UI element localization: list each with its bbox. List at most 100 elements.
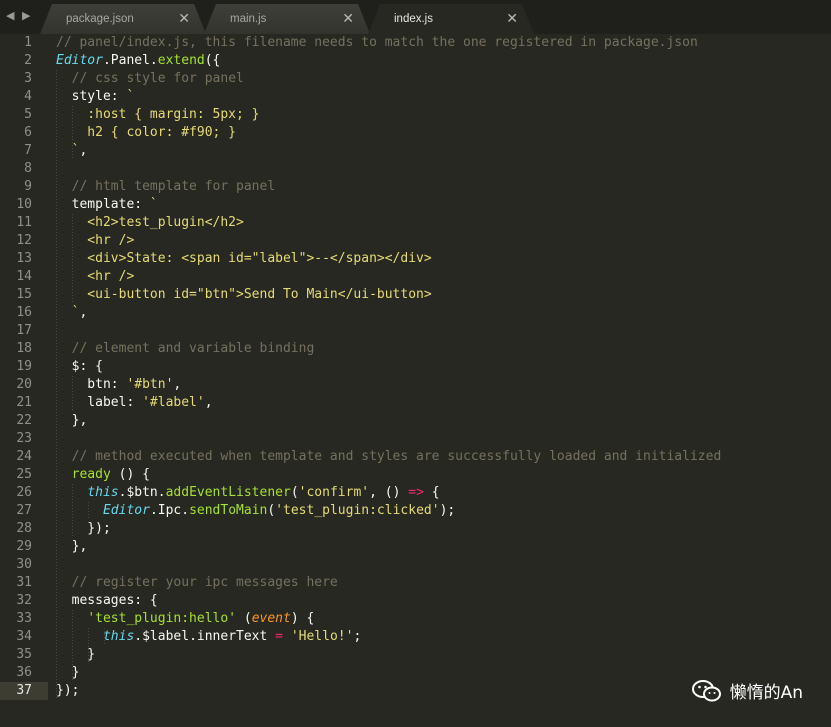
line-number: 7 xyxy=(24,143,32,158)
line-number: 26 xyxy=(16,485,32,500)
line-number: 37 xyxy=(16,683,32,698)
code-token: }); xyxy=(56,683,80,698)
tab-index-js[interactable]: index.js ✕ xyxy=(368,4,534,34)
code-token: ({ xyxy=(204,53,221,68)
line-number: 30 xyxy=(16,557,32,572)
code-token: ) { xyxy=(290,611,315,626)
code-token: this xyxy=(102,629,135,644)
code-line: Editor.Ipc.sendToMain('test_plugin:click… xyxy=(56,502,721,520)
code-token: extend xyxy=(157,53,205,68)
code-token: ( xyxy=(236,611,252,626)
tab-label: index.js xyxy=(394,13,433,25)
close-icon[interactable]: ✕ xyxy=(506,4,518,34)
code-line: }); xyxy=(56,682,721,700)
tab-main-js[interactable]: main.js ✕ xyxy=(204,4,370,34)
tab-package-json[interactable]: package.json ✕ xyxy=(40,4,206,34)
code-token: h2 { color: #f90; } xyxy=(56,125,237,140)
code-token: 'confirm' xyxy=(298,485,370,500)
code-token: event xyxy=(251,611,291,626)
code-token: ; xyxy=(353,629,362,644)
line-number: 34 xyxy=(16,629,32,644)
editor-window: ◀ ▶ package.json ✕ main.js ✕ index.js ✕ 123… xyxy=(0,0,831,727)
line-number: 3 xyxy=(24,71,32,86)
code-token: , xyxy=(79,305,88,320)
code-token: => xyxy=(408,485,424,500)
code-token: { xyxy=(423,485,440,500)
code-line: } xyxy=(56,664,721,682)
code-token: () { xyxy=(110,467,150,482)
code-line: <ui-button id="btn">Send To Main</ui-but… xyxy=(56,286,721,304)
code-line: }, xyxy=(56,412,721,430)
code-line: }, xyxy=(56,538,721,556)
code-token: } xyxy=(56,647,96,662)
line-number-gutter: 1 2 3 4 5 6 7 8 9 10 11 12 13 14 15 16 17 18 19 20 21 22 23 24 2… xyxy=(0,34,42,700)
tab-label: package.json xyxy=(66,13,134,25)
code-line: `, xyxy=(56,304,721,322)
code-token: ` xyxy=(126,89,135,104)
code-line: // panel/index.js, this filename needs t… xyxy=(56,34,721,52)
code-token: <hr /> xyxy=(56,233,135,248)
code-line: <div>State: <span id="label">--</span></… xyxy=(56,250,721,268)
line-number: 16 xyxy=(16,305,32,320)
code-editor[interactable]: // panel/index.js, this filename needs t… xyxy=(56,34,721,700)
code-line: $: { xyxy=(56,358,721,376)
code-line: label: '#label', xyxy=(56,394,721,412)
tab-nav-arrows-icon[interactable]: ◀ ▶ xyxy=(6,9,32,22)
line-number: 5 xyxy=(24,107,32,122)
code-line: // register your ipc messages here xyxy=(56,574,721,592)
wechat-icon xyxy=(691,679,721,701)
line-number: 33 xyxy=(16,611,32,626)
code-token: }, xyxy=(56,539,88,554)
code-token: <h2>test_plugin</h2> xyxy=(56,215,244,230)
code-line: this.$btn.addEventListener('confirm', ()… xyxy=(56,484,721,502)
code-token: sendToMain xyxy=(189,503,268,518)
line-number: 25 xyxy=(16,467,32,482)
close-icon[interactable]: ✕ xyxy=(342,4,354,34)
code-line: this.$label.innerText = 'Hello!'; xyxy=(56,628,721,646)
code-token: <div>State: <span id="label">--</span></… xyxy=(56,251,432,266)
line-number: 15 xyxy=(16,287,32,302)
code-line: `, xyxy=(56,142,721,160)
code-line: :host { margin: 5px; } xyxy=(56,106,721,124)
code-token: // html template for panel xyxy=(71,179,276,194)
line-number: 28 xyxy=(16,521,32,536)
code-token: ( xyxy=(290,485,299,500)
code-token: '#btn' xyxy=(126,377,174,392)
line-number: 29 xyxy=(16,539,32,554)
code-token: this xyxy=(87,485,119,500)
line-number: 19 xyxy=(16,359,32,374)
code-line: }); xyxy=(56,520,721,538)
line-number: 1 xyxy=(24,35,32,50)
line-number: 9 xyxy=(24,179,32,194)
close-icon[interactable]: ✕ xyxy=(178,4,190,34)
code-line: template: ` xyxy=(56,196,721,214)
code-line: h2 { color: #f90; } xyxy=(56,124,721,142)
code-token: ` xyxy=(56,143,80,158)
code-token: :host { margin: 5px; } xyxy=(56,107,260,122)
code-token: .$label.innerText xyxy=(134,629,276,644)
code-token: }); xyxy=(56,521,111,536)
code-token: btn: xyxy=(56,377,127,392)
line-number: 22 xyxy=(16,413,32,428)
code-token: messages: { xyxy=(56,593,158,608)
watermark: 懒惰的An xyxy=(691,678,803,703)
code-line: style: ` xyxy=(56,88,721,106)
code-token: ` xyxy=(149,197,158,212)
code-token: }, xyxy=(56,413,88,428)
code-line: <hr /> xyxy=(56,268,721,286)
line-number: 8 xyxy=(24,161,32,176)
code-token: , xyxy=(204,395,213,410)
code-token: '#label' xyxy=(142,395,205,410)
